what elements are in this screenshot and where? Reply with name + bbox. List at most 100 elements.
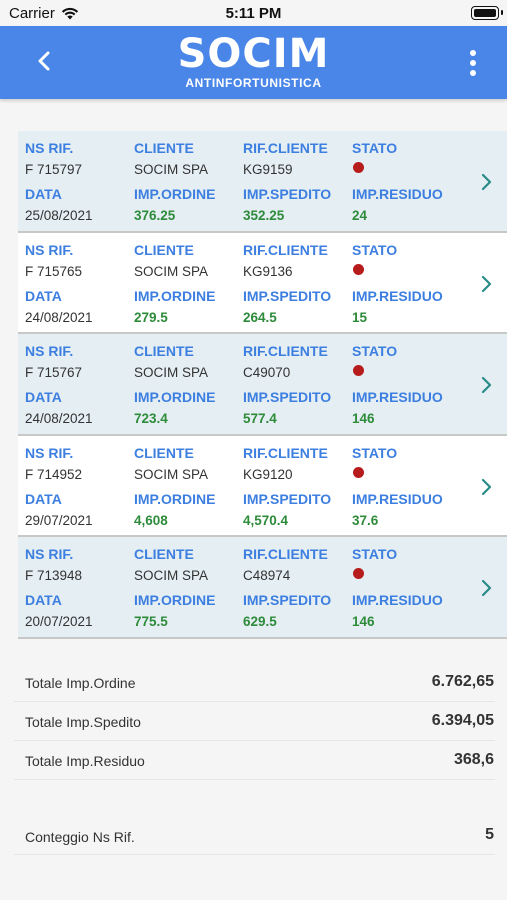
battery-icon <box>471 6 503 20</box>
rif-cliente-value: KG9136 <box>243 263 293 279</box>
count-row: Conteggio Ns Rif. 5 <box>14 816 495 855</box>
chevron-right-icon <box>481 579 492 597</box>
imp-residuo-value: 37.6 <box>352 512 379 528</box>
totals-section: Totale Imp.Ordine 6.762,65 Totale Imp.Sp… <box>14 663 495 780</box>
app-header: SOCIM ANTINFORTUNISTICA <box>0 26 507 99</box>
imp-residuo-label: IMP.RESIDUO <box>352 389 443 405</box>
data-label: DATA <box>25 490 62 507</box>
status-dot <box>353 162 364 173</box>
total-row: Totale Imp.Spedito 6.394,05 <box>14 702 495 741</box>
cliente-label: CLIENTE <box>134 343 194 359</box>
brand-subtitle: ANTINFORTUNISTICA <box>185 76 322 90</box>
total-label: Totale Imp.Spedito <box>25 714 141 730</box>
ns-rif-value: F 715765 <box>25 263 83 279</box>
status-dot <box>353 365 364 376</box>
imp-spedito-value: 577.4 <box>243 411 277 426</box>
imp-residuo-label: IMP.RESIDUO <box>352 186 443 202</box>
status-dot <box>353 568 364 579</box>
imp-ordine-label: IMP.ORDINE <box>134 287 216 304</box>
cliente-value: SOCIM SPA <box>134 365 209 380</box>
stato-label: STATO <box>352 343 398 359</box>
ns-rif-value: F 714952 <box>25 466 83 482</box>
orders-list: NS RIF. CLIENTE RIF.CLIENTE STATO F 7157… <box>18 131 507 639</box>
total-value: 368,6 <box>453 751 494 768</box>
data-label: DATA <box>25 186 62 202</box>
cliente-value: SOCIM SPA <box>134 162 209 177</box>
cliente-value: SOCIM SPA <box>134 568 209 583</box>
ns-rif-value: F 715767 <box>25 365 83 380</box>
total-label: Totale Imp.Ordine <box>25 675 136 691</box>
rif-cliente-value: KG9159 <box>243 162 293 177</box>
imp-ordine-label: IMP.ORDINE <box>134 490 216 507</box>
imp-ordine-label: IMP.ORDINE <box>134 592 216 608</box>
total-value: 6.394,05 <box>431 712 494 729</box>
imp-residuo-value: 146 <box>352 411 375 426</box>
ns-rif-label: NS RIF. <box>25 343 74 359</box>
chevron-right-icon <box>481 275 492 292</box>
rif-cliente-label: RIF.CLIENTE <box>243 241 328 258</box>
stato-label: STATO <box>352 241 398 258</box>
imp-ordine-value: 4,608 <box>134 512 168 528</box>
imp-spedito-label: IMP.SPEDITO <box>243 490 332 507</box>
ns-rif-label: NS RIF. <box>25 241 74 258</box>
ns-rif-label: NS RIF. <box>25 546 74 562</box>
brand-name: SOCIM <box>177 31 330 77</box>
data-value: 25/08/2021 <box>25 208 93 223</box>
imp-spedito-label: IMP.SPEDITO <box>243 287 332 304</box>
count-label: Conteggio Ns Rif. <box>25 829 135 845</box>
imp-spedito-label: IMP.SPEDITO <box>243 592 332 608</box>
status-dot <box>353 466 364 478</box>
status-bar: Carrier 5:11 PM <box>0 0 507 26</box>
ns-rif-label: NS RIF. <box>25 444 74 461</box>
more-vertical-icon-dot <box>470 70 476 76</box>
imp-spedito-label: IMP.SPEDITO <box>243 389 332 405</box>
status-time: 5:11 PM <box>225 5 282 22</box>
imp-residuo-label: IMP.RESIDUO <box>352 592 443 608</box>
total-value: 6.762,65 <box>431 673 494 690</box>
rif-cliente-label: RIF.CLIENTE <box>243 444 328 461</box>
more-vertical-icon-dot <box>470 60 476 66</box>
order-row[interactable]: NS RIF. CLIENTE RIF.CLIENTE STATO F 7139… <box>18 537 507 639</box>
rif-cliente-label: RIF.CLIENTE <box>243 546 328 562</box>
imp-residuo-value: 15 <box>352 309 368 325</box>
chevron-right-icon <box>481 173 492 191</box>
imp-ordine-value: 775.5 <box>134 614 168 629</box>
data-value: 24/08/2021 <box>25 309 93 325</box>
order-row[interactable]: NS RIF. CLIENTE RIF.CLIENTE STATO F 7149… <box>18 435 507 537</box>
imp-residuo-label: IMP.RESIDUO <box>352 490 443 507</box>
data-value: 29/07/2021 <box>25 512 93 528</box>
data-value: 24/08/2021 <box>25 411 93 426</box>
imp-ordine-label: IMP.ORDINE <box>134 389 216 405</box>
count-value: 5 <box>485 826 494 843</box>
total-row: Totale Imp.Residuo 368,6 <box>14 741 495 780</box>
data-label: DATA <box>25 592 62 608</box>
cliente-value: SOCIM SPA <box>134 466 209 482</box>
chevron-right-icon <box>481 478 492 495</box>
stato-label: STATO <box>352 546 398 562</box>
ns-rif-value: F 713948 <box>25 568 83 583</box>
more-menu-button[interactable] <box>465 48 481 78</box>
more-vertical-icon <box>470 50 476 56</box>
order-row[interactable]: NS RIF. CLIENTE RIF.CLIENTE STATO F 7157… <box>18 232 507 334</box>
imp-spedito-value: 629.5 <box>243 614 277 629</box>
total-label: Totale Imp.Residuo <box>25 753 145 769</box>
ns-rif-label: NS RIF. <box>25 140 74 156</box>
ns-rif-value: F 715797 <box>25 162 83 177</box>
imp-ordine-value: 279.5 <box>134 309 168 325</box>
cliente-value: SOCIM SPA <box>134 263 209 279</box>
data-value: 20/07/2021 <box>25 614 93 629</box>
rif-cliente-value: C49070 <box>243 365 291 380</box>
chevron-right-icon <box>481 376 492 394</box>
data-label: DATA <box>25 389 62 405</box>
imp-residuo-value: 146 <box>352 614 375 629</box>
data-label: DATA <box>25 287 62 304</box>
imp-ordine-value: 723.4 <box>134 411 168 426</box>
order-row[interactable]: NS RIF. CLIENTE RIF.CLIENTE STATO F 7157… <box>18 334 507 436</box>
rif-cliente-label: RIF.CLIENTE <box>243 140 328 156</box>
brand-logo: SOCIM ANTINFORTUNISTICA <box>0 34 507 90</box>
imp-ordine-value: 376.25 <box>134 208 176 223</box>
rif-cliente-label: RIF.CLIENTE <box>243 343 328 359</box>
order-row[interactable]: NS RIF. CLIENTE RIF.CLIENTE STATO F 7157… <box>18 131 507 233</box>
cliente-label: CLIENTE <box>134 444 194 461</box>
imp-spedito-value: 4,570.4 <box>243 512 289 528</box>
